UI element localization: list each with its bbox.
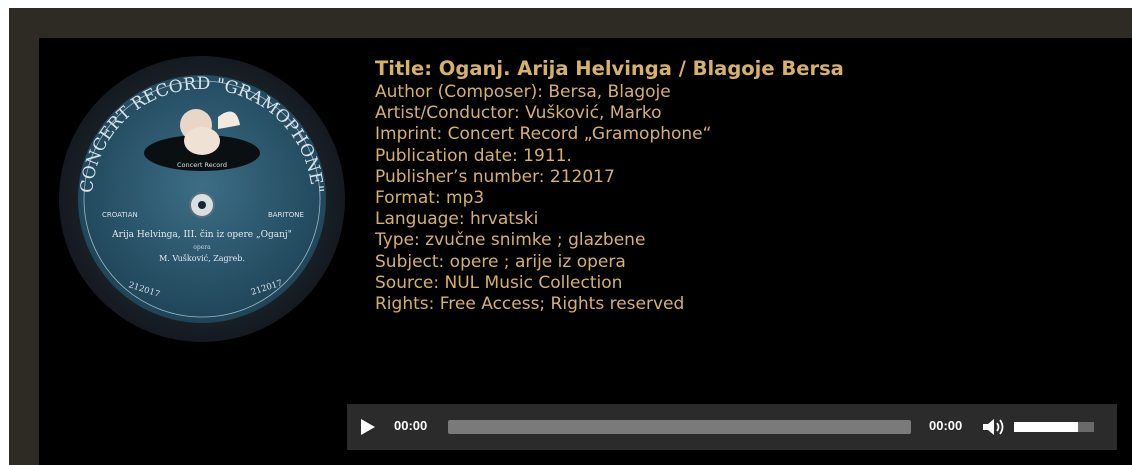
record-metadata: Title: Oganj. Arija Helvinga / Blagoje B… (375, 56, 1095, 315)
meta-author: Author (Composer): Bersa, Blagoje (375, 82, 671, 102)
meta-language: Language: hrvatski (375, 209, 539, 230)
current-time: 00:00 (394, 418, 428, 433)
meta-publication-date: Publication date: 1911. (375, 145, 572, 166)
meta-rights: Rights: Free Access; Rights reserved (375, 294, 685, 315)
label-left: CROATIAN (102, 211, 138, 219)
meta-artist: Artist/Conductor: Vušković, Marko (375, 103, 662, 124)
label-artist: M. Vušković, Zagreb. (159, 254, 245, 263)
meta-publisher-number: Publisher’s number: 212017 (375, 166, 615, 187)
progress-bar[interactable] (448, 420, 911, 434)
audio-player: 00:00 00:00 (347, 404, 1117, 450)
meta-type: Type: zvučne snimke ; glazbene (375, 230, 646, 251)
record-title: Title: Oganj. Arija Helvinga / Blagoje B… (375, 57, 844, 80)
total-time: 00:00 (929, 418, 963, 433)
top-strip (9, 8, 1132, 22)
label-song: Arija Helvinga, III. čin iz opere „Oganj… (111, 229, 292, 240)
label-right: BARITONE (268, 211, 304, 219)
volume-icon[interactable] (981, 416, 1005, 438)
meta-format: Format: mp3 (375, 188, 485, 209)
volume-fill (1014, 422, 1078, 432)
meta-source: Source: NUL Music Collection (375, 272, 623, 293)
label-opera: opera (193, 244, 211, 251)
volume-slider[interactable] (1014, 422, 1094, 432)
meta-imprint: Imprint: Concert Record „Gramophone“ (375, 124, 712, 145)
play-icon[interactable] (361, 419, 375, 435)
label-mark: Concert Record (177, 161, 227, 169)
meta-subject: Subject: opere ; arije iz opera (375, 251, 626, 272)
record-image: CONCERT RECORD "GRAMOPHONE" Concert Reco… (59, 56, 345, 342)
